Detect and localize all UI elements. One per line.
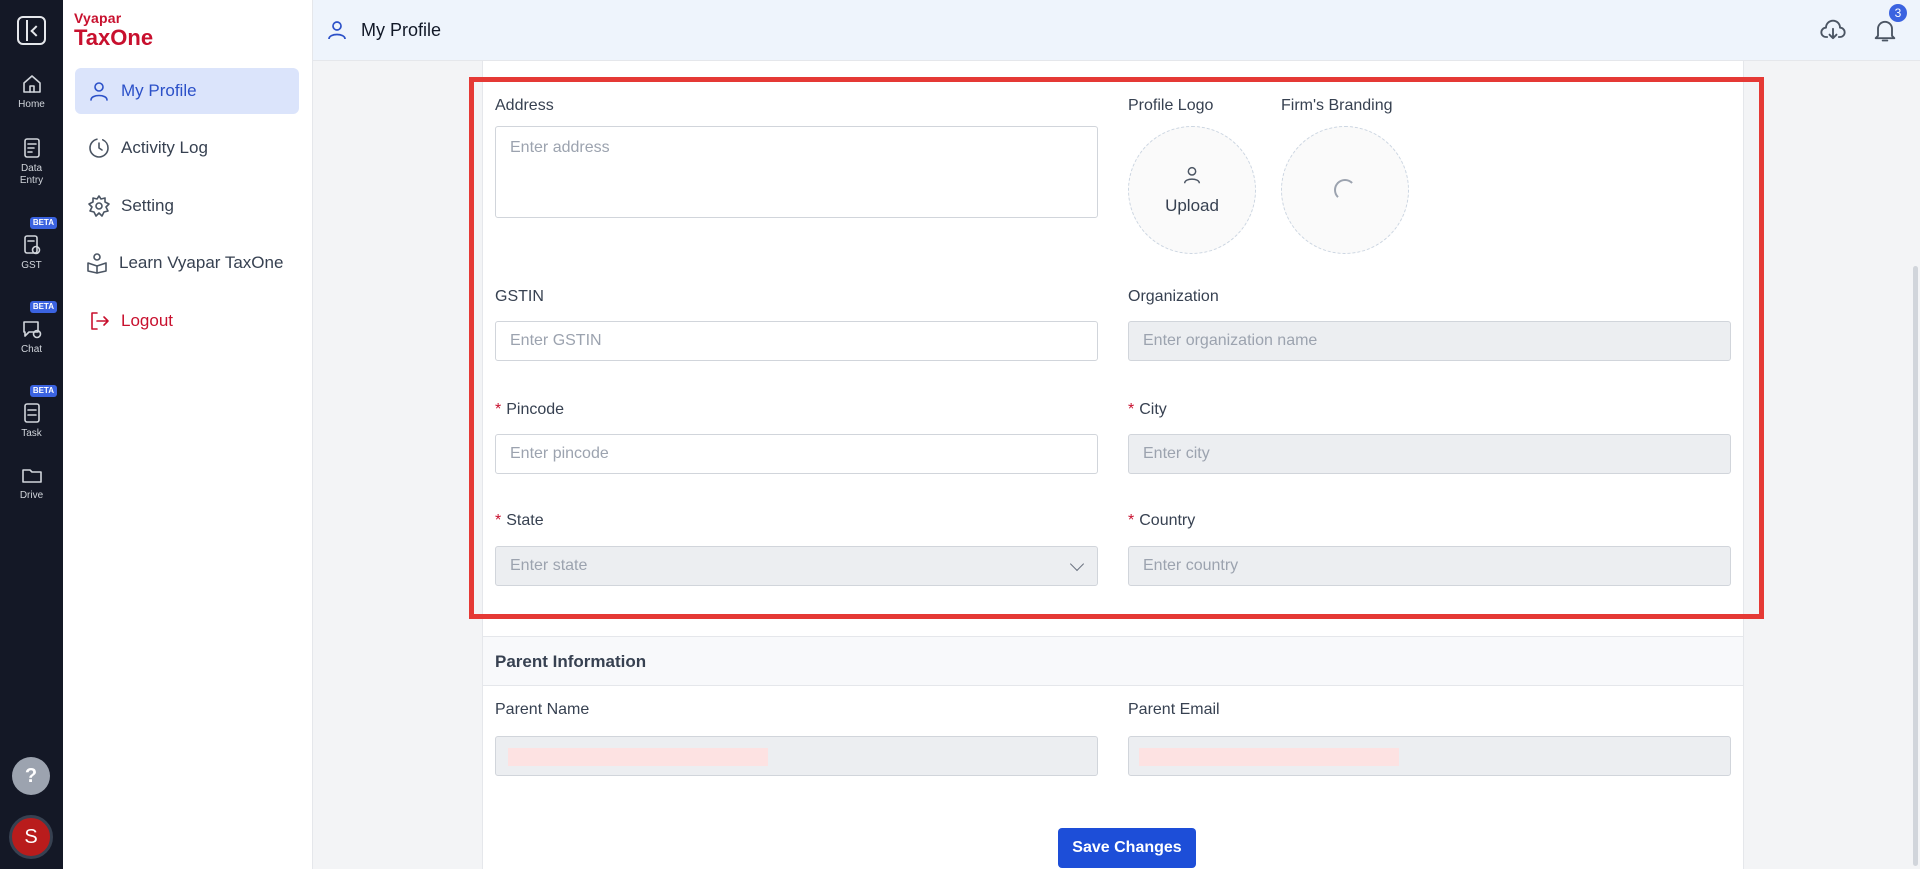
profile-form-card: Address Profile Logo Upload Firm's Brand… [482, 61, 1744, 869]
profile-side-menu: Vyapar TaxOne My Profile Activity Log Se… [63, 0, 313, 869]
menu-item-label: Logout [121, 311, 173, 330]
gstin-input[interactable] [495, 321, 1098, 361]
main-content: Address Profile Logo Upload Firm's Brand… [313, 61, 1920, 869]
pincode-input[interactable] [495, 434, 1098, 474]
app-rail: Home Data Entry BETA GST BETA Chat BETA … [0, 0, 63, 869]
menu-item-logout[interactable]: Logout [75, 298, 299, 344]
rail-label: Chat [20, 344, 43, 355]
rail-label: Drive [19, 490, 44, 501]
parent-info-header: Parent Information [483, 636, 1743, 686]
menu-item-label: Activity Log [121, 138, 208, 157]
rail-label: Data Entry [19, 163, 44, 186]
folder-icon [21, 469, 42, 483]
sidebar-toggle-icon[interactable] [17, 16, 46, 45]
parent-name-field [495, 736, 1098, 776]
menu-item-label: Setting [121, 196, 174, 215]
menu-item-learn[interactable]: Learn Vyapar TaxOne [75, 240, 299, 286]
scrollbar[interactable] [1913, 266, 1918, 866]
state-select[interactable] [495, 546, 1098, 586]
state-label-text: State [506, 512, 544, 529]
redacted-value [1139, 748, 1399, 766]
organization-label: Organization [1128, 288, 1219, 305]
rail-item-chat[interactable]: BETA Chat [0, 301, 63, 356]
upload-label: Upload [1165, 196, 1219, 215]
gstin-label: GSTIN [495, 288, 544, 305]
required-mark: * [1128, 401, 1135, 418]
rail-item-home[interactable]: Home [0, 72, 63, 111]
user-icon [90, 82, 108, 101]
logout-icon [91, 312, 109, 330]
rail-label: Home [18, 99, 45, 110]
parent-email-label: Parent Email [1128, 701, 1220, 718]
country-label-text: Country [1139, 512, 1196, 529]
menu-item-setting[interactable]: Setting [75, 183, 299, 229]
parent-name-label: Parent Name [495, 701, 590, 718]
address-label: Address [495, 97, 554, 114]
page-header: My Profile 3 [313, 0, 1920, 61]
menu-item-label: My Profile [121, 81, 197, 100]
menu-item-activity-log[interactable]: Activity Log [75, 125, 299, 171]
gst-icon [23, 235, 40, 255]
brand-top: Vyapar [74, 10, 122, 26]
brand-bottom: TaxOne [74, 25, 154, 50]
branding-upload[interactable] [1281, 126, 1409, 254]
state-label: * State [495, 512, 544, 530]
clock-icon [89, 138, 109, 158]
cloud-download-icon [1820, 19, 1846, 40]
data-entry-icon [23, 138, 40, 158]
address-input[interactable] [495, 126, 1098, 218]
save-changes-button[interactable]: Save Changes [1058, 828, 1196, 868]
download-button[interactable] [1819, 16, 1849, 46]
redacted-value [508, 748, 768, 766]
required-mark: * [495, 512, 502, 529]
branding-label: Firm's Branding [1281, 97, 1393, 114]
notification-count-badge: 3 [1889, 4, 1907, 22]
city-label: * City [1128, 401, 1167, 419]
beta-badge: BETA [29, 301, 57, 313]
help-button[interactable]: ? [12, 757, 50, 795]
gear-icon [88, 195, 110, 217]
city-input [1128, 434, 1731, 474]
pincode-label-text: Pincode [506, 401, 565, 418]
loading-spinner-icon [1334, 179, 1356, 201]
profile-logo-label: Profile Logo [1128, 97, 1214, 114]
city-label-text: City [1139, 401, 1167, 418]
page-title: My Profile [361, 19, 442, 40]
rail-item-drive[interactable]: Drive [0, 463, 63, 502]
rail-label: Task [21, 428, 42, 439]
chat-icon [22, 321, 41, 339]
rail-label: GST [21, 260, 42, 271]
menu-item-my-profile[interactable]: My Profile [75, 68, 299, 114]
avatar[interactable]: S [9, 815, 53, 859]
menu-item-label: Learn Vyapar TaxOne [119, 253, 284, 272]
profile-logo-upload[interactable]: Upload [1128, 126, 1256, 254]
notifications-button[interactable]: 3 [1871, 4, 1907, 46]
parent-email-field [1128, 736, 1731, 776]
user-icon [328, 21, 346, 40]
home-icon [22, 75, 41, 93]
pincode-label: * Pincode [495, 401, 564, 419]
beta-badge: BETA [29, 217, 57, 229]
required-mark: * [495, 401, 502, 418]
rail-item-data-entry[interactable]: Data Entry [0, 136, 63, 187]
rail-item-task[interactable]: BETA Task [0, 385, 63, 440]
user-icon [1183, 166, 1201, 184]
task-icon [23, 403, 40, 423]
section-title: Parent Information [495, 652, 647, 671]
organization-input [1128, 321, 1731, 361]
country-input [1128, 546, 1731, 586]
country-label: * Country [1128, 512, 1195, 530]
required-mark: * [1128, 512, 1135, 529]
learn-icon [87, 253, 107, 274]
brand-logo[interactable]: Vyapar TaxOne [74, 10, 153, 50]
beta-badge: BETA [29, 385, 57, 397]
rail-item-gst[interactable]: BETA GST [0, 217, 63, 272]
